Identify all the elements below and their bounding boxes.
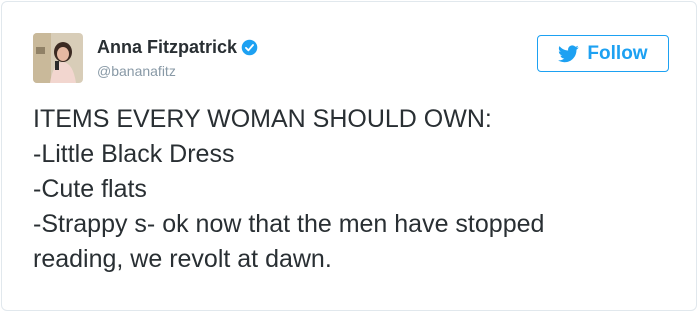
- author-display-name[interactable]: Anna Fitzpatrick: [97, 37, 237, 58]
- follow-button[interactable]: Follow: [537, 35, 669, 72]
- tweet-line: ITEMS EVERY WOMAN SHOULD OWN:: [33, 105, 492, 133]
- tweet-line: -Cute flats: [33, 175, 147, 203]
- follow-button-label: Follow: [587, 42, 648, 64]
- tweet-line: -Little Black Dress: [33, 140, 235, 168]
- tweet-text: ITEMS EVERY WOMAN SHOULD OWN: -Little Bl…: [33, 102, 683, 277]
- tweet-line: -Strappy s- ok now that the men have sto…: [33, 210, 545, 238]
- tweet-line: reading, we revolt at dawn.: [33, 245, 332, 273]
- twitter-bird-icon: [558, 44, 580, 62]
- verified-badge-icon: [241, 39, 258, 56]
- tweet-card: Anna Fitzpatrick @bananafitz Follow ITEM…: [1, 1, 697, 311]
- profile-photo-icon: [33, 33, 83, 83]
- author-handle[interactable]: @bananafitz: [97, 63, 176, 79]
- author-name-row[interactable]: Anna Fitzpatrick: [97, 37, 258, 58]
- avatar[interactable]: [33, 33, 83, 83]
